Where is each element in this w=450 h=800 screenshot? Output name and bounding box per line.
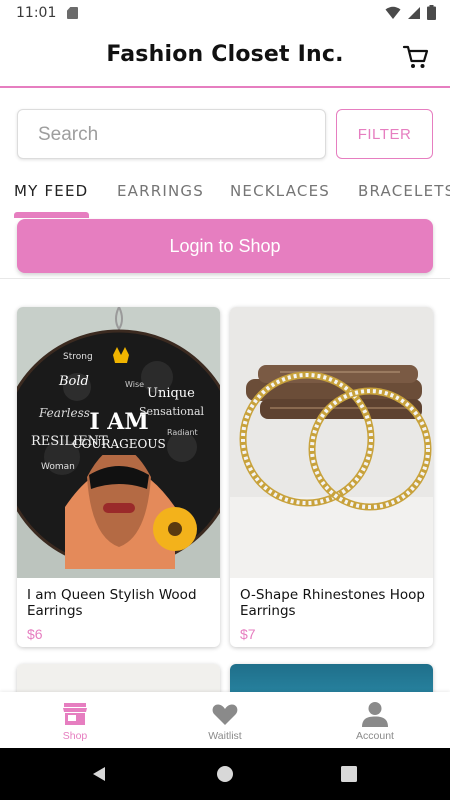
shopping-cart-icon[interactable]: [402, 43, 430, 71]
app-screen: 11:01 Fashion Closet Inc. FILTER MY FEED…: [0, 0, 450, 800]
nav-label: Account: [356, 730, 394, 742]
nav-label: Waitlist: [208, 730, 242, 742]
tab-earrings[interactable]: EARRINGS: [117, 182, 204, 200]
back-icon[interactable]: [90, 765, 108, 783]
person-icon: [362, 702, 388, 727]
battery-icon: [427, 5, 436, 20]
svg-text:Strong: Strong: [63, 352, 93, 362]
tab-bracelets[interactable]: BRACELETS: [358, 182, 450, 200]
status-indicators: [385, 5, 436, 20]
app-bar: Fashion Closet Inc.: [0, 26, 450, 88]
bottom-navigation: Shop Waitlist Account: [0, 692, 450, 748]
home-icon[interactable]: [216, 765, 234, 783]
search-box: [17, 109, 326, 159]
product-price: $7: [240, 626, 256, 642]
nav-waitlist[interactable]: Waitlist: [150, 692, 300, 748]
tab-my-feed[interactable]: MY FEED: [14, 182, 88, 200]
svg-text:Woman: Woman: [41, 462, 75, 472]
recent-apps-icon[interactable]: [341, 766, 357, 782]
product-image[interactable]: I AM COURAGEOUS RESILIENT Fearless Uniqu…: [17, 307, 220, 578]
divider: [0, 278, 450, 279]
store-icon: [63, 703, 87, 725]
product-name: I am Queen Stylish Wood Earrings: [27, 587, 197, 619]
search-input[interactable]: [38, 122, 308, 148]
active-tab-indicator: [14, 212, 89, 218]
tab-necklaces[interactable]: NECKLACES: [230, 182, 330, 200]
svg-text:RESILIENT: RESILIENT: [31, 434, 108, 449]
product-name: O-Shape Rhinestones Hoop Earrings: [240, 587, 425, 619]
product-image[interactable]: [230, 307, 433, 578]
status-time: 11:01: [16, 5, 57, 21]
system-navigation-bar: [0, 748, 450, 800]
nav-shop[interactable]: Shop: [0, 692, 150, 748]
filter-button[interactable]: FILTER: [336, 109, 433, 159]
svg-text:Radiant: Radiant: [167, 428, 198, 437]
heart-icon: [212, 704, 238, 725]
svg-text:Bold: Bold: [58, 374, 89, 389]
svg-text:Sensational: Sensational: [139, 405, 205, 418]
login-to-shop-button[interactable]: Login to Shop: [17, 219, 433, 273]
category-tabs: MY FEED EARRINGS NECKLACES BRACELETS: [0, 176, 450, 216]
nav-account[interactable]: Account: [300, 692, 450, 748]
product-card[interactable]: O-Shape Rhinestones Hoop Earrings $7: [230, 307, 433, 647]
wifi-icon: [385, 6, 401, 19]
product-card[interactable]: I AM COURAGEOUS RESILIENT Fearless Uniqu…: [17, 307, 220, 647]
sd-card-icon: [67, 7, 78, 19]
status-bar: 11:01: [0, 0, 450, 26]
nav-label: Shop: [62, 730, 88, 742]
product-price: $6: [27, 626, 43, 642]
svg-text:Unique: Unique: [147, 386, 195, 401]
signal-icon: [408, 6, 420, 19]
svg-text:Fearless: Fearless: [38, 406, 90, 420]
svg-text:Wise: Wise: [125, 380, 144, 389]
app-title: Fashion Closet Inc.: [106, 42, 344, 67]
